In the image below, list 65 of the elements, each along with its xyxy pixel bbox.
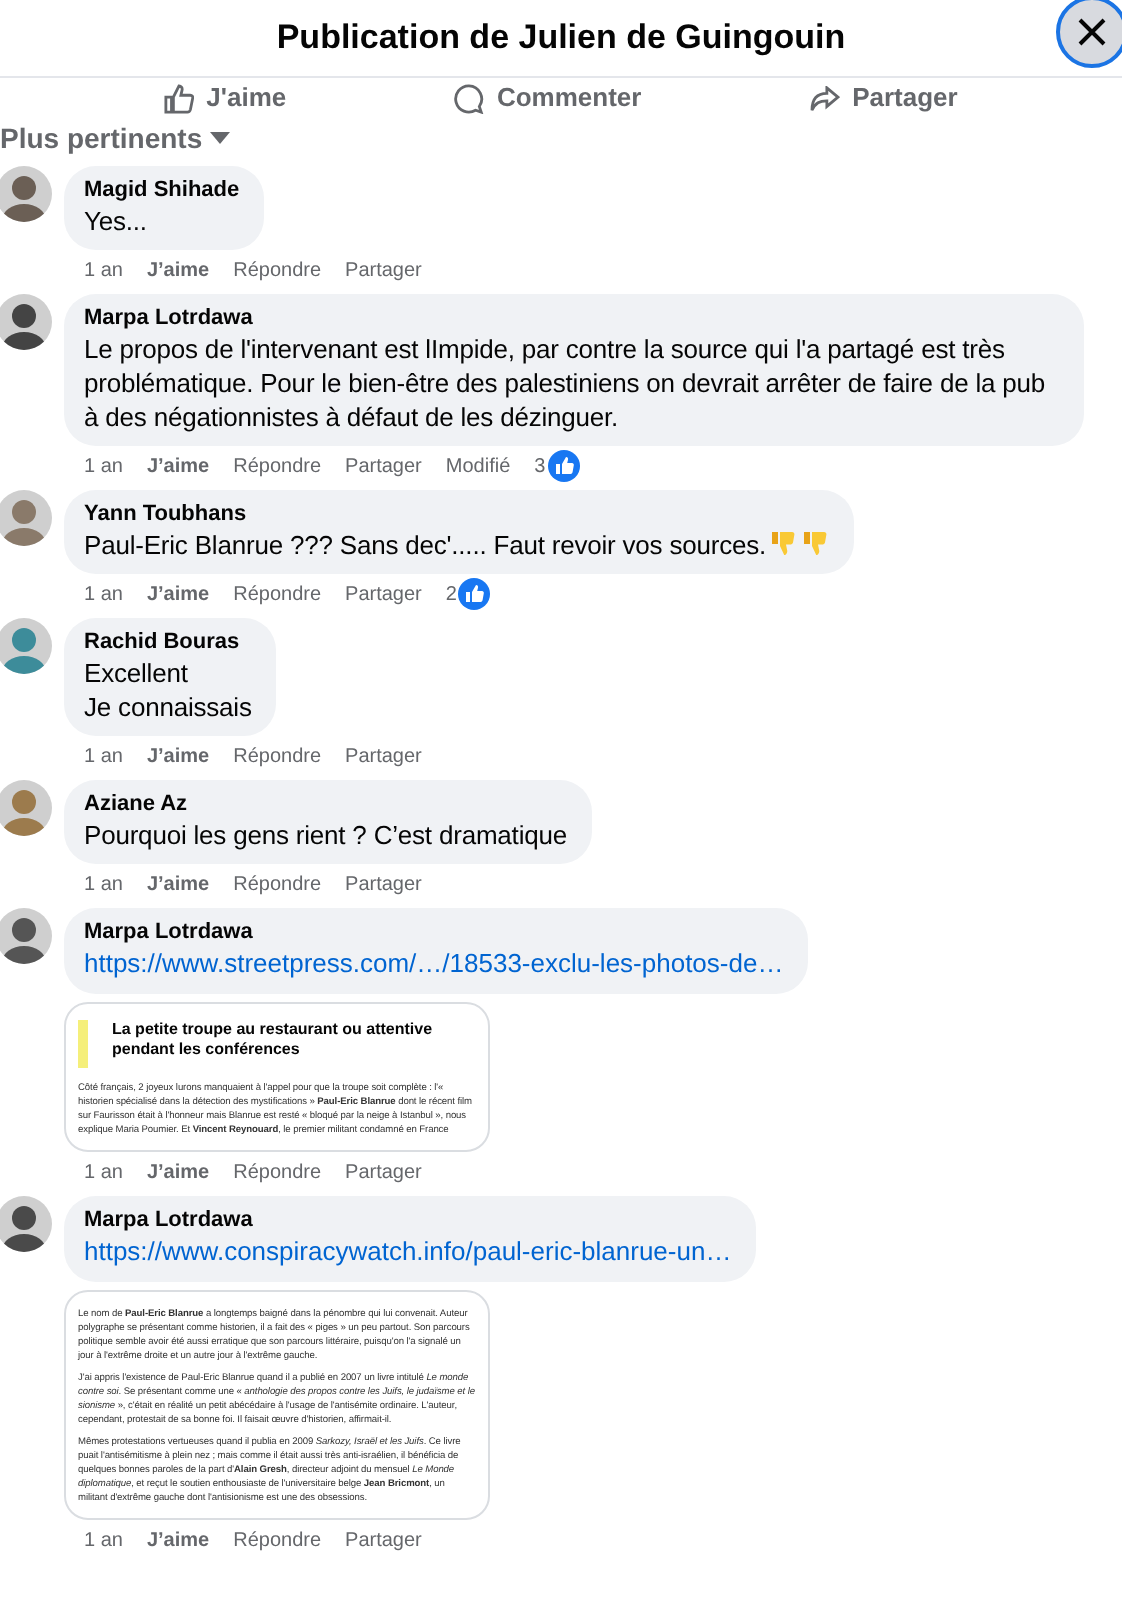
post-action-button[interactable]: J'aime <box>164 82 287 114</box>
comment-author[interactable]: Magid Shihade <box>84 176 240 204</box>
comment-author[interactable]: Yann Toubhans <box>84 500 831 528</box>
like-link[interactable]: J’aime <box>146 1529 210 1551</box>
comment-text: Pourquoi les gens rient ? C’est dramatique <box>84 818 567 852</box>
caret-icon <box>210 132 231 144</box>
like-link[interactable]: J’aime <box>146 583 210 605</box>
close-icon <box>1076 16 1108 48</box>
comment-text: Je connaissais <box>84 690 252 724</box>
article-screenshot[interactable] <box>64 1290 490 1520</box>
comment-author[interactable]: Aziane Az <box>84 790 567 818</box>
post-action-button[interactable]: Partager <box>810 82 958 114</box>
reply-link[interactable]: Répondre <box>233 259 322 281</box>
share-link[interactable]: Partager <box>345 745 422 767</box>
reply-link[interactable]: Répondre <box>233 583 322 605</box>
comment-link[interactable]: https://www.conspiracywatch.info/paul-eric-blanrue-un… <box>84 1236 732 1266</box>
comment-time: 1 an <box>84 583 123 605</box>
highlight-bar <box>78 1020 88 1068</box>
like-icon <box>458 578 491 610</box>
share-link[interactable]: Partager <box>345 259 422 281</box>
share-link[interactable]: Partager <box>345 1161 422 1183</box>
comment-time: 1 an <box>84 1161 123 1183</box>
comment-time: 1 an <box>84 1529 123 1551</box>
comment-text: Yes... <box>84 204 149 238</box>
comment-time: 1 an <box>84 259 123 281</box>
edited-label: Modifié <box>445 455 511 477</box>
close-button[interactable] <box>1056 0 1122 68</box>
comment-author[interactable]: Marpa Lotrdawa <box>84 918 784 946</box>
comment-text: Paul-Eric Blanrue ??? Sans dec'..... Faut revoir vos sources. <box>84 528 831 562</box>
thumbs-up-icon <box>164 83 195 113</box>
comment-author[interactable]: Marpa Lotrdawa <box>84 1206 732 1234</box>
comment-link[interactable]: https://www.streetpress.com/…/18533-exclu-les-photos-de… <box>84 948 784 978</box>
dialog-title: Publication de Julien de Guingouin <box>276 18 846 58</box>
sort-dropdown[interactable]: Plus pertinents <box>0 122 231 154</box>
thumbs-down-icon <box>770 530 799 558</box>
reply-link[interactable]: Répondre <box>233 745 322 767</box>
comment-time: 1 an <box>84 745 123 767</box>
reaction-count: 2 <box>445 583 457 605</box>
comment-text: Le propos de l'intervenant est lImpide, par contre la source qui l'a partagé est très problématique. Pour le bien-être des palestiniens on devrait arrêter de faire de la pub à des négationnistes à défaut de les dézinguer. <box>84 332 1048 434</box>
article-screenshot[interactable] <box>64 1002 490 1152</box>
share-icon <box>810 85 841 111</box>
like-link[interactable]: J’aime <box>146 455 210 477</box>
like-link[interactable]: J’aime <box>146 259 210 281</box>
thumbs-down-icon <box>802 530 831 558</box>
share-link[interactable]: Partager <box>345 1529 422 1551</box>
comment-text: Excellent <box>84 656 190 690</box>
reply-link[interactable]: Répondre <box>233 455 322 477</box>
reply-link[interactable]: Répondre <box>233 1161 322 1183</box>
like-link[interactable]: J’aime <box>146 745 210 767</box>
comment-author[interactable]: Marpa Lotrdawa <box>84 304 1060 332</box>
reaction-count: 3 <box>534 455 546 477</box>
share-link[interactable]: Partager <box>345 583 422 605</box>
like-link[interactable]: J’aime <box>146 1161 210 1183</box>
comment-author[interactable]: Rachid Bouras <box>84 628 252 656</box>
comment-time: 1 an <box>84 873 123 895</box>
reply-link[interactable]: Répondre <box>233 1529 322 1551</box>
article-heading: La petite troupe au restaurant ou attentive pendant les conférences <box>112 1020 435 1060</box>
like-icon <box>547 450 580 482</box>
comment-time: 1 an <box>84 455 123 477</box>
post-action-button[interactable]: Commenter <box>454 82 642 114</box>
share-link[interactable]: Partager <box>345 873 422 895</box>
reply-link[interactable]: Répondre <box>233 873 322 895</box>
share-link[interactable]: Partager <box>345 455 422 477</box>
like-link[interactable]: J’aime <box>146 873 210 895</box>
comment-icon <box>454 83 485 113</box>
